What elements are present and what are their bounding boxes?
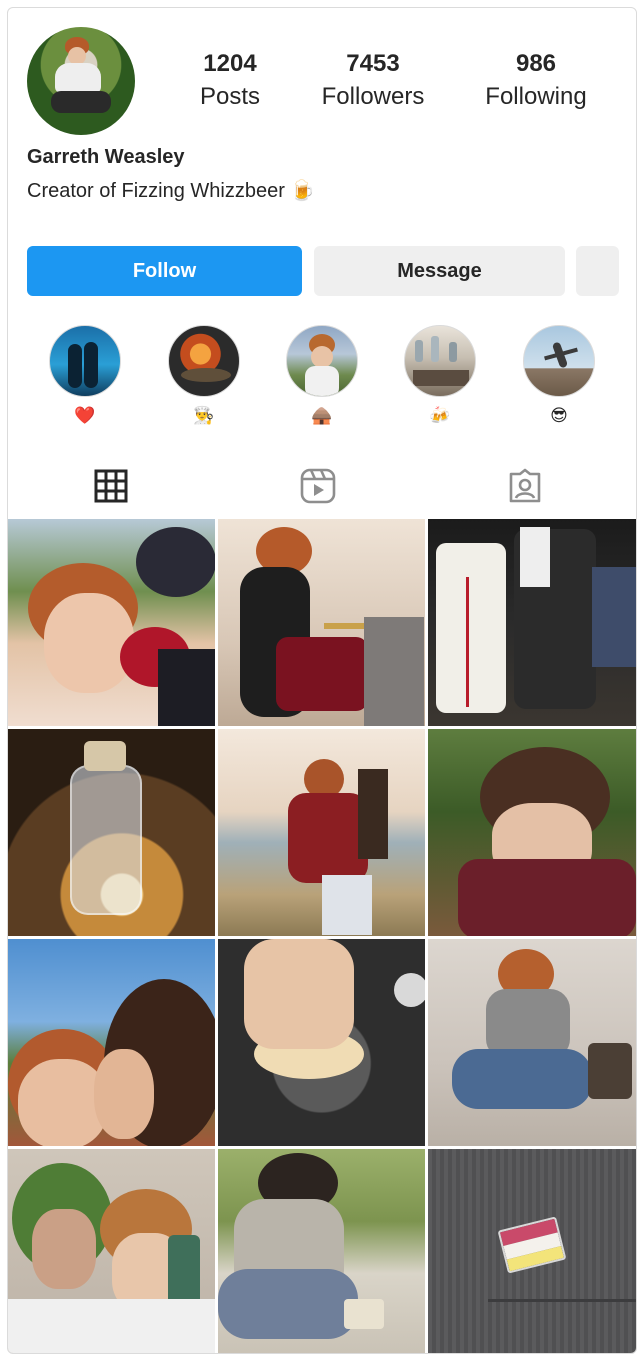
stat-followers[interactable]: 7453 Followers [303, 50, 443, 112]
highlight-emoji: 😎 [550, 406, 568, 426]
grid-icon [94, 469, 128, 503]
highlight-item[interactable]: 👨‍🍳 [168, 325, 240, 426]
highlight-cover [523, 325, 595, 397]
post-thumbnail[interactable] [428, 729, 636, 936]
post-thumbnail[interactable] [428, 939, 636, 1146]
message-button[interactable]: Message [314, 246, 565, 296]
following-count: 986 [515, 50, 557, 77]
highlight-cover [286, 325, 358, 397]
post-thumbnail[interactable] [8, 729, 215, 936]
stat-posts[interactable]: 1204 Posts [160, 50, 300, 112]
tab-reels[interactable] [300, 468, 336, 504]
highlight-emoji: ❤️ [74, 406, 96, 426]
posts-count: 1204 [203, 50, 257, 77]
highlight-emoji: 👨‍🍳 [193, 406, 215, 426]
reels-icon [300, 468, 336, 504]
post-thumbnail[interactable] [218, 729, 425, 936]
follow-button[interactable]: Follow [27, 246, 302, 296]
tab-posts-grid[interactable] [93, 468, 129, 504]
highlight-item[interactable]: 😎 [523, 325, 595, 426]
posts-grid [8, 519, 636, 1353]
stat-following[interactable]: 986 Following [466, 50, 606, 112]
highlight-cover [168, 325, 240, 397]
profile-name: Garreth Weasley [27, 146, 185, 168]
post-thumbnail[interactable] [428, 519, 636, 726]
post-thumbnail[interactable] [218, 1149, 425, 1353]
followers-count: 7453 [346, 50, 400, 77]
tab-tagged[interactable] [507, 468, 543, 504]
tagged-icon [509, 468, 541, 503]
highlight-emoji: 🛖 [311, 406, 333, 426]
more-options-button[interactable] [576, 246, 619, 296]
highlight-item[interactable]: 🛖 [286, 325, 358, 426]
followers-label: Followers [321, 83, 425, 110]
post-thumbnail[interactable] [8, 939, 215, 1146]
post-thumbnail[interactable] [218, 939, 425, 1146]
profile-bio: Creator of Fizzing Whizzbeer 🍺 [27, 180, 316, 202]
profile-avatar[interactable] [27, 27, 135, 135]
highlight-cover [49, 325, 121, 397]
post-thumbnail[interactable] [8, 1149, 215, 1353]
post-thumbnail[interactable] [428, 1149, 636, 1353]
highlight-cover [404, 325, 476, 397]
highlight-item[interactable]: ❤️ [49, 325, 121, 426]
posts-label: Posts [199, 83, 261, 110]
post-thumbnail[interactable] [8, 519, 215, 726]
highlight-emoji: 🍻 [429, 406, 451, 426]
highlight-item[interactable]: 🍻 [404, 325, 476, 426]
profile-card: 1204 Posts 7453 Followers 986 Following … [7, 7, 637, 1354]
post-thumbnail[interactable] [218, 519, 425, 726]
content-tabs [8, 453, 636, 513]
following-label: Following [485, 83, 587, 110]
